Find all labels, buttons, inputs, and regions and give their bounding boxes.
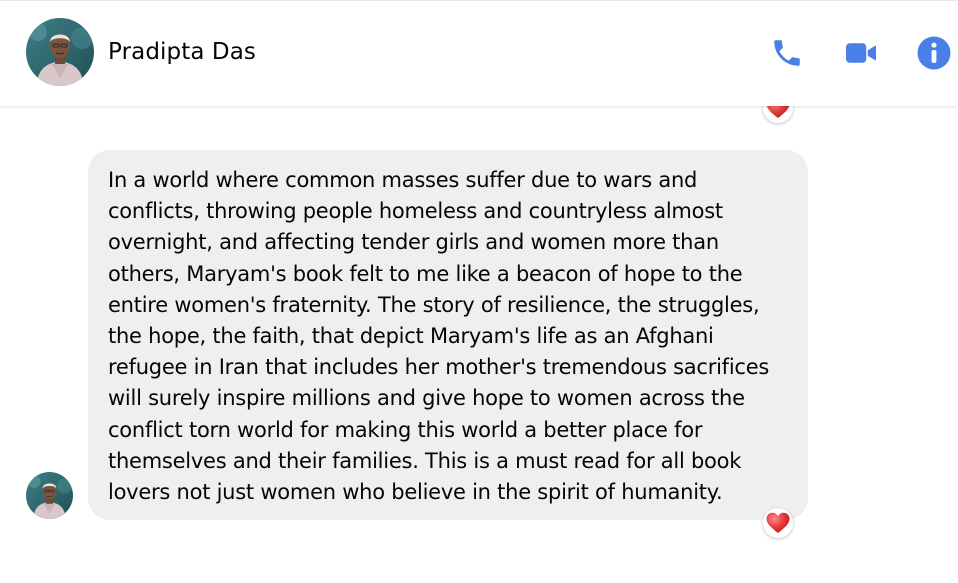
message-bubble[interactable]: In a world where common masses suffer du… <box>88 150 808 520</box>
heart-reaction-icon <box>766 512 790 533</box>
video-call-button[interactable] <box>843 35 879 71</box>
person-avatar-image <box>26 18 94 86</box>
conversation-info-button[interactable] <box>916 35 952 71</box>
call-button[interactable] <box>769 35 805 71</box>
heart-reaction-icon <box>766 105 790 118</box>
message-thread[interactable]: In a world where common masses suffer du… <box>0 105 958 583</box>
phone-icon <box>774 40 800 66</box>
message-reaction[interactable] <box>763 508 793 538</box>
video-camera-icon <box>846 43 876 63</box>
person-avatar-image <box>26 472 73 519</box>
previous-message-reaction[interactable] <box>763 105 793 123</box>
conversation-header: Pradipta Das <box>0 0 958 106</box>
contact-avatar[interactable] <box>26 18 94 86</box>
info-icon <box>917 36 951 70</box>
contact-name[interactable]: Pradipta Das <box>108 39 256 65</box>
sender-avatar[interactable] <box>26 472 73 519</box>
